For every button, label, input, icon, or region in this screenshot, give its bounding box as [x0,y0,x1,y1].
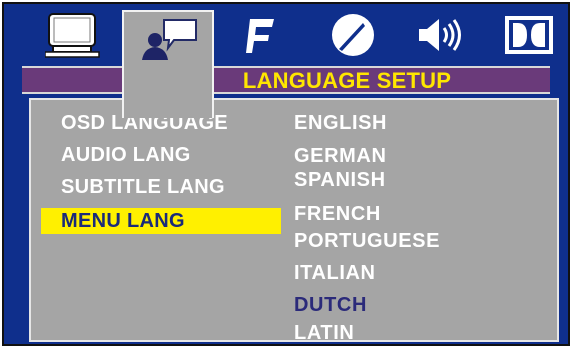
audio-note-icon [246,19,274,53]
tab-dolby[interactable] [499,8,559,62]
language-option-spanish[interactable]: SPANISH [294,167,386,193]
tab-language[interactable] [122,10,214,118]
tab-video[interactable] [322,8,384,62]
language-option-english[interactable]: ENGLISH [294,110,387,136]
language-option-dutch[interactable]: DUTCH [294,292,367,318]
menu-item-audio-lang[interactable]: AUDIO LANG [61,142,191,168]
menu-item-subtitle-lang[interactable]: SUBTITLE LANG [61,174,225,200]
monitor-icon [45,13,100,58]
setup-tab-bar [4,4,568,118]
speaker-icon [419,19,461,51]
language-option-latin[interactable]: LATIN [294,320,354,344]
language-user-icon [142,19,197,60]
tab-general[interactable] [42,8,104,62]
language-option-portuguese[interactable]: PORTUGUESE [294,228,440,254]
language-option-german[interactable]: GERMAN [294,143,387,169]
tab-audio[interactable] [229,8,287,62]
settings-panel: OSD LANGUAGE AUDIO LANG SUBTITLE LANG ME… [29,98,559,344]
language-option-french[interactable]: FRENCH [294,201,381,227]
page-title: LANGUAGE SETUP [242,68,452,93]
menu-item-menu-lang[interactable]: MENU LANG [41,208,281,234]
video-gauge-icon [332,14,374,56]
dolby-icon [505,16,553,54]
osd-setup-window: LANGUAGE SETUP OSD LANGUAGE AUDIO LANG S… [2,2,570,346]
language-option-italian[interactable]: ITALIAN [294,260,376,286]
tab-speaker[interactable] [409,8,473,62]
